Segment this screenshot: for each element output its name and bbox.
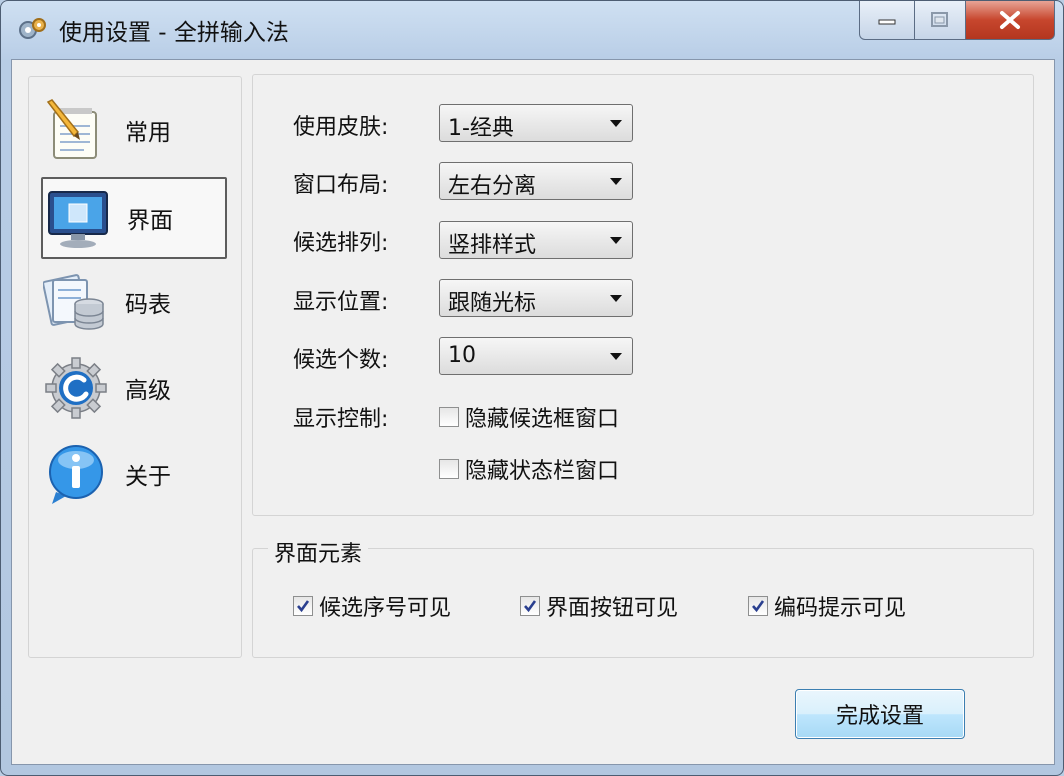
checkbox-box[interactable] xyxy=(439,407,459,427)
checkbox-box[interactable] xyxy=(520,596,540,616)
position-dropdown[interactable]: 跟随光标 xyxy=(439,279,633,317)
client-area: 常用 界面 码表 高级 关于 使用皮肤: 1-经典 窗口布局: 左右分离 候选排… xyxy=(11,59,1055,765)
database-icon xyxy=(41,267,111,337)
nav-item-codebook[interactable]: 码表 xyxy=(41,263,223,341)
checkmark-icon xyxy=(752,600,765,613)
layout-label: 窗口布局: xyxy=(293,173,389,198)
candidate-index-visible-checkbox[interactable]: 候选序号可见 xyxy=(293,590,451,622)
position-label: 显示位置: xyxy=(293,290,389,315)
settings-panel: 使用皮肤: 1-经典 窗口布局: 左右分离 候选排列: 竖排样式 显示位置: 跟… xyxy=(252,74,1034,516)
hide-candidate-window-checkbox[interactable]: 隐藏候选框窗口 xyxy=(439,401,619,433)
finish-settings-button[interactable]: 完成设置 xyxy=(795,689,965,739)
hide-status-window-label: 隐藏状态栏窗口 xyxy=(465,459,620,484)
settings-window: 使用设置 - 全拼输入法 常用 界面 码表 高级 关于 使用皮肤: 1-经典 窗… xyxy=(0,0,1064,776)
notepad-pencil-icon xyxy=(41,95,111,165)
dropdown-arrow-icon xyxy=(610,295,622,302)
maximize-button[interactable] xyxy=(915,1,966,40)
count-value: 10 xyxy=(448,343,476,368)
arrangement-value: 竖排样式 xyxy=(448,233,537,258)
nav-label-interface: 界面 xyxy=(127,208,173,234)
nav-item-interface[interactable]: 界面 xyxy=(41,177,227,259)
title-bar[interactable]: 使用设置 - 全拼输入法 xyxy=(1,1,1063,59)
minimize-button[interactable] xyxy=(859,1,915,40)
monitor-icon xyxy=(43,183,113,253)
minimize-icon xyxy=(878,19,896,25)
dropdown-arrow-icon xyxy=(610,178,622,185)
nav-item-general[interactable]: 常用 xyxy=(41,91,223,169)
skin-dropdown[interactable]: 1-经典 xyxy=(439,104,633,142)
layout-dropdown[interactable]: 左右分离 xyxy=(439,162,633,200)
category-sidebar: 常用 界面 码表 高级 关于 xyxy=(28,76,242,658)
hide-status-window-checkbox[interactable]: 隐藏状态栏窗口 xyxy=(439,453,619,485)
skin-value: 1-经典 xyxy=(448,116,514,141)
checkbox-box[interactable] xyxy=(293,596,313,616)
gear-icon xyxy=(41,353,111,423)
nav-label-general: 常用 xyxy=(125,120,171,146)
app-gear-icon xyxy=(19,18,46,39)
position-value: 跟随光标 xyxy=(448,291,537,316)
layout-value: 左右分离 xyxy=(448,174,537,199)
window-title: 使用设置 - 全拼输入法 xyxy=(59,20,289,46)
arrangement-dropdown[interactable]: 竖排样式 xyxy=(439,221,633,259)
close-button[interactable] xyxy=(966,1,1055,40)
skin-label: 使用皮肤: xyxy=(293,115,389,140)
close-icon xyxy=(1000,11,1020,29)
count-dropdown[interactable]: 10 xyxy=(439,337,633,375)
count-label: 候选个数: xyxy=(293,348,389,373)
ui-buttons-visible-checkbox[interactable]: 界面按钮可见 xyxy=(520,590,678,622)
nav-item-about[interactable]: 关于 xyxy=(41,435,223,513)
dropdown-arrow-icon xyxy=(610,120,622,127)
checkbox-box[interactable] xyxy=(748,596,768,616)
checkbox-box[interactable] xyxy=(439,459,459,479)
display-control-label: 显示控制: xyxy=(293,407,389,432)
caption-buttons xyxy=(859,1,1055,40)
ui-elements-group-title: 界面元素 xyxy=(268,536,369,568)
info-bubble-icon xyxy=(41,439,111,509)
code-hint-visible-checkbox[interactable]: 编码提示可见 xyxy=(748,590,906,622)
ui-buttons-visible-label: 界面按钮可见 xyxy=(546,596,679,621)
nav-label-about: 关于 xyxy=(125,464,171,490)
checkmark-icon xyxy=(524,600,537,613)
checkmark-icon xyxy=(297,600,310,613)
arrangement-label: 候选排列: xyxy=(293,231,389,256)
nav-label-advanced: 高级 xyxy=(125,378,171,404)
hide-candidate-window-label: 隐藏候选框窗口 xyxy=(465,407,620,432)
nav-item-advanced[interactable]: 高级 xyxy=(41,349,223,427)
dropdown-arrow-icon xyxy=(610,237,622,244)
nav-label-codebook: 码表 xyxy=(125,292,171,318)
maximize-icon xyxy=(931,12,948,27)
code-hint-visible-label: 编码提示可见 xyxy=(774,596,907,621)
candidate-index-visible-label: 候选序号可见 xyxy=(319,596,452,621)
dropdown-arrow-icon xyxy=(610,353,622,360)
